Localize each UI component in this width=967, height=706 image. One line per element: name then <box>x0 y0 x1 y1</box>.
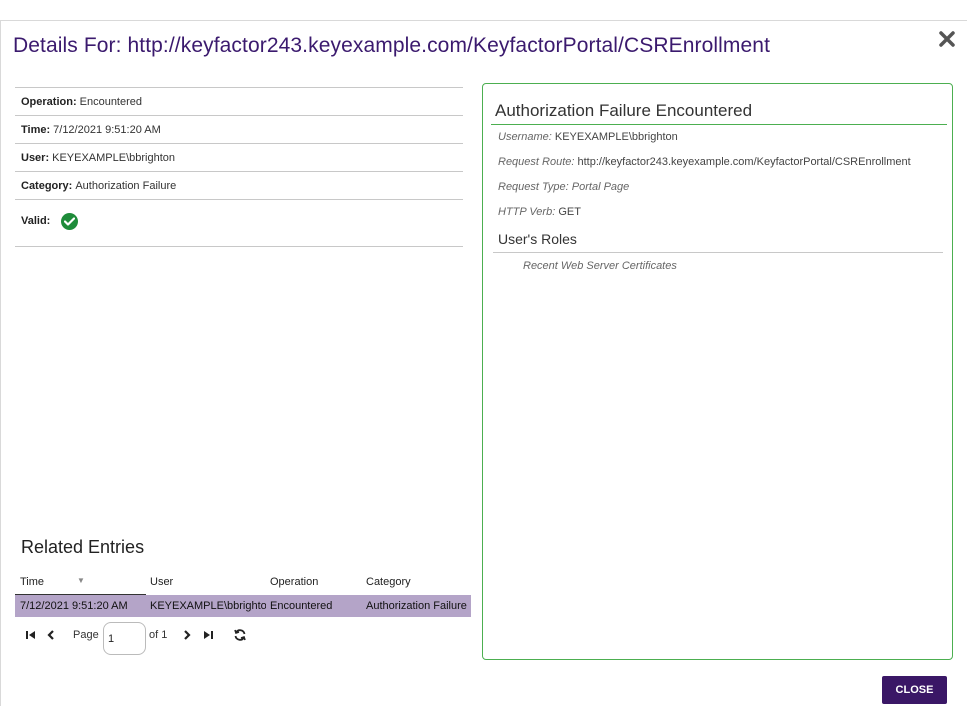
grid-pager: Page of 1 <box>21 622 471 656</box>
request-type-value: Portal Page <box>571 181 630 193</box>
request-route-value: http://keyfactor243.keyexample.com/Keyfa… <box>577 156 911 168</box>
page-number-input[interactable] <box>103 622 146 655</box>
username-field: Username: KEYEXAMPLE\bbrighton <box>498 131 678 143</box>
username-label: Username: <box>498 131 552 143</box>
request-type-label: Request Type: <box>498 181 569 193</box>
request-type-field: Request Type: Portal Page <box>498 181 629 193</box>
next-page-icon[interactable] <box>180 628 194 642</box>
request-route-field: Request Route: http://keyfactor243.keyex… <box>498 156 911 168</box>
http-verb-label: HTTP Verb: <box>498 206 556 218</box>
valid-label: Valid: <box>21 215 51 227</box>
category-label: Category: <box>21 179 73 192</box>
check-circle-icon <box>61 213 79 230</box>
table-row[interactable]: 7/12/2021 9:51:20 AM KEYEXAMPLE\bbrighto… <box>15 595 471 617</box>
related-entries-heading: Related Entries <box>21 537 145 557</box>
refresh-icon[interactable] <box>233 628 247 642</box>
column-header-operation[interactable]: Operation <box>270 576 318 588</box>
row-user-cell: KEYEXAMPLE\bbrighton <box>150 600 266 612</box>
operation-label: Operation: <box>21 95 77 108</box>
row-category-cell: Authorization Failure <box>366 600 467 612</box>
column-header-time[interactable]: Time <box>20 576 44 588</box>
user-label: User: <box>21 151 50 164</box>
column-header-user[interactable]: User <box>150 576 173 588</box>
close-button[interactable]: CLOSE <box>882 676 947 704</box>
time-label: Time: <box>21 123 51 136</box>
row-operation-cell: Encountered <box>270 600 333 612</box>
panel-title-divider <box>491 124 947 125</box>
sort-indicator-icon: ▼ <box>77 576 85 585</box>
username-value: KEYEXAMPLE\bbrighton <box>554 131 678 143</box>
page-label: Page <box>73 629 99 641</box>
valid-row: Valid: <box>15 199 463 247</box>
first-page-icon[interactable] <box>24 628 38 642</box>
http-verb-field: HTTP Verb: GET <box>498 206 581 218</box>
previous-page-icon[interactable] <box>44 628 58 642</box>
details-dialog: Details For: http://keyfactor243.keyexam… <box>0 20 967 706</box>
grid-header: ▼ Time User Operation Category <box>15 568 471 596</box>
request-route-label: Request Route: <box>498 156 575 168</box>
details-panel: Authorization Failure Encountered Userna… <box>482 83 953 660</box>
user-row: User: KEYEXAMPLE\bbrighton <box>15 143 463 171</box>
last-page-icon[interactable] <box>201 628 215 642</box>
category-value: Authorization Failure <box>75 179 177 192</box>
user-value: KEYEXAMPLE\bbrighton <box>52 151 176 164</box>
related-entries-grid: ▼ Time User Operation Category 7/12/2021… <box>15 568 471 617</box>
operation-row: Operation: Encountered <box>15 87 463 115</box>
roles-divider <box>493 252 943 253</box>
row-time-cell: 7/12/2021 9:51:20 AM <box>20 600 128 612</box>
dialog-title: Details For: http://keyfactor243.keyexam… <box>13 34 771 57</box>
close-icon[interactable] <box>937 29 957 49</box>
page-count-label: of 1 <box>149 629 168 641</box>
panel-title: Authorization Failure Encountered <box>495 101 753 120</box>
category-row: Category: Authorization Failure <box>15 171 463 199</box>
entry-info-list: Operation: Encountered Time: 7/12/2021 9… <box>15 87 463 247</box>
time-value: 7/12/2021 9:51:20 AM <box>53 123 161 136</box>
users-roles-heading: User's Roles <box>498 231 577 247</box>
operation-value: Encountered <box>79 95 143 108</box>
role-item: Recent Web Server Certificates <box>523 260 677 272</box>
http-verb-value: GET <box>558 206 581 218</box>
column-header-category[interactable]: Category <box>366 576 411 588</box>
time-row: Time: 7/12/2021 9:51:20 AM <box>15 115 463 143</box>
